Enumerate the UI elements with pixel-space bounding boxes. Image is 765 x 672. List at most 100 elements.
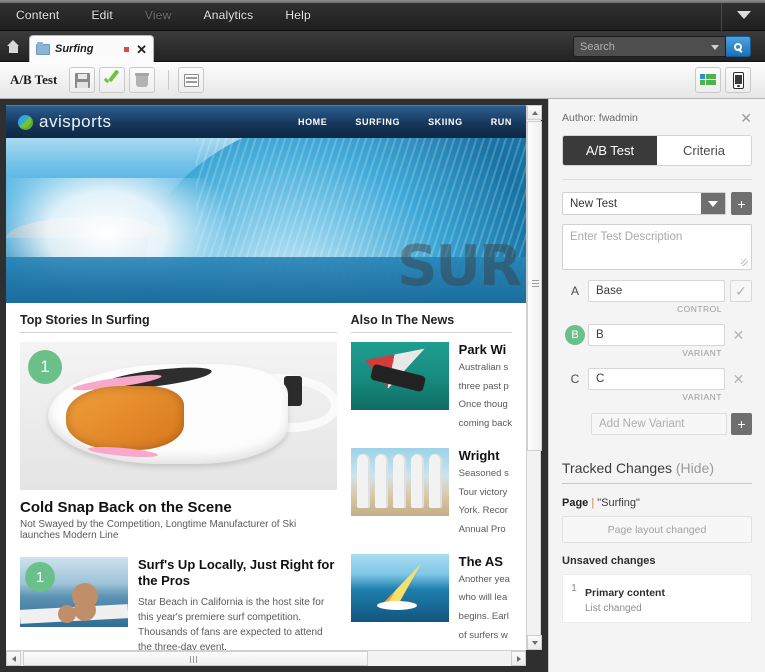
chevron-right-icon <box>516 655 521 662</box>
horizontal-scroll-thumb[interactable] <box>23 651 368 666</box>
tracked-changes-title: Tracked Changes <box>562 460 672 476</box>
menu-item-view[interactable]: View <box>129 0 188 31</box>
site-nav-home[interactable]: HOME <box>298 117 327 127</box>
ab-test-panel: Author: fwadmin ✕ A/B Test Criteria New … <box>548 99 765 672</box>
mobile-preview-button[interactable] <box>725 67 751 93</box>
variant-name-value: B <box>596 329 604 341</box>
delete-button[interactable] <box>129 67 156 93</box>
home-button[interactable] <box>0 31 27 62</box>
close-icon[interactable]: ✕ <box>136 43 147 56</box>
variant-row-b: B B ✕ <box>562 324 752 346</box>
device-layouts-button[interactable] <box>695 67 721 93</box>
search-button[interactable] <box>726 36 751 57</box>
add-variant-input[interactable]: Add New Variant <box>591 413 727 435</box>
tab-criteria[interactable]: Criteria <box>657 136 751 165</box>
add-test-button[interactable]: + <box>731 192 752 215</box>
test-select[interactable]: New Test <box>562 192 726 215</box>
menu-overflow-button[interactable] <box>721 0 765 31</box>
rank-badge: 1 <box>28 350 62 384</box>
chevron-down-icon[interactable] <box>711 45 719 50</box>
section-heading-also-news: Also In The News <box>350 313 455 327</box>
list-item[interactable]: Wright Seasoned s Tour victory York. Rec… <box>350 447 512 538</box>
chevron-down-icon <box>531 640 538 645</box>
main-menu-bar: Content Edit View Analytics Help <box>0 0 765 31</box>
scroll-up-button[interactable] <box>527 105 542 120</box>
preview-vertical-scrollbar[interactable] <box>526 105 542 650</box>
feature-article[interactable]: 1 Cold Snap Back on the Scene Not Swayed… <box>20 342 337 541</box>
save-icon <box>74 72 90 88</box>
add-variant-placeholder: Add New Variant <box>599 418 685 430</box>
news-text: Annual Pro <box>458 524 506 536</box>
vertical-scroll-thumb[interactable] <box>527 121 542 451</box>
close-icon[interactable]: ✕ <box>740 111 752 125</box>
tab-surfing[interactable]: Surfing ✕ <box>29 35 154 62</box>
rank-badge: 1 <box>25 562 55 592</box>
variant-letter-b[interactable]: B <box>565 325 585 345</box>
menu-item-analytics[interactable]: Analytics <box>188 0 270 31</box>
menu-item-content[interactable]: Content <box>0 0 75 31</box>
trash-icon <box>135 73 150 87</box>
site-brand-name: avisports <box>39 112 112 131</box>
preview-horizontal-scrollbar[interactable] <box>6 650 526 666</box>
tracked-changes-heading: Tracked Changes (Hide) <box>562 460 752 476</box>
site-navigation: HOME SURFING SKIING RUN <box>298 117 514 127</box>
scroll-down-button[interactable] <box>527 635 542 650</box>
variant-letter-a[interactable]: A <box>562 284 588 298</box>
mobile-device-icon <box>732 71 744 89</box>
news-title: The AS <box>458 553 503 569</box>
tab-ab-test[interactable]: A/B Test <box>563 136 657 165</box>
variant-name-input-b[interactable]: B <box>588 324 725 346</box>
variant-name-value: C <box>596 373 605 385</box>
page-layout-changed-chip[interactable]: Page layout changed <box>562 516 752 543</box>
feature-title: Cold Snap Back on the Scene <box>20 499 232 516</box>
news-text: Seasoned s <box>458 467 509 479</box>
variant-remove-button-b[interactable]: ✕ <box>725 327 752 344</box>
news-text: coming back <box>458 418 512 430</box>
variant-name-input-c[interactable]: C <box>588 368 725 390</box>
test-select-dropdown-button[interactable] <box>701 193 725 214</box>
site-nav-surfing[interactable]: SURFING <box>355 117 400 127</box>
site-nav-skiing[interactable]: SKIING <box>428 117 463 127</box>
news-text: three past p <box>458 380 509 392</box>
scroll-right-button[interactable] <box>511 651 526 666</box>
change-number: 1 <box>571 583 577 594</box>
approve-button[interactable] <box>99 67 126 93</box>
variant-name-input-a[interactable]: Base <box>588 280 725 302</box>
hero-watermark-text: SUR <box>397 234 522 299</box>
site-body: Top Stories In Surfing 1 Cold Snap Back … <box>6 303 526 650</box>
variant-tag-a: CONTROL <box>676 304 722 314</box>
site-logo[interactable]: avisports <box>18 112 112 132</box>
website-preview[interactable]: avisports HOME SURFING SKIING RUN SUR To… <box>6 105 526 650</box>
scroll-left-button[interactable] <box>6 651 21 666</box>
tab-label: Surfing <box>55 43 94 55</box>
variant-remove-button-c[interactable]: ✕ <box>725 371 752 388</box>
test-description-input[interactable]: Enter Test Description <box>562 224 752 270</box>
layout-button[interactable] <box>178 67 205 93</box>
list-item[interactable]: 1 Surf's Up Locally, Just Right for the … <box>20 557 337 650</box>
chevron-down-icon <box>708 200 718 207</box>
home-icon <box>6 40 21 53</box>
menu-item-edit[interactable]: Edit <box>75 0 128 31</box>
chevron-down-icon <box>736 11 751 19</box>
tracked-changes-hide-link[interactable]: (Hide) <box>676 460 714 476</box>
resize-grip-icon[interactable] <box>741 259 748 266</box>
list-item[interactable]: Park Wi Australian s three past p Once t… <box>350 342 512 432</box>
variant-letter-c[interactable]: C <box>562 372 588 386</box>
variant-confirm-button-a[interactable]: ✓ <box>730 280 752 302</box>
news-title: Wright <box>458 447 500 463</box>
toolbar-right-group <box>695 67 755 93</box>
save-button[interactable] <box>69 67 96 93</box>
list-item[interactable]: The AS Another yea who will lea begins. … <box>350 553 512 644</box>
list-item[interactable]: 1 Primary content List changed <box>562 574 752 623</box>
news-title: Park Wi <box>458 342 507 357</box>
add-variant-button[interactable]: + <box>731 413 752 435</box>
variant-name-value: Base <box>596 285 623 297</box>
search-input[interactable]: Search <box>573 36 726 57</box>
tab-bar: Surfing ✕ Search <box>0 31 765 62</box>
panel-tabs: A/B Test Criteria <box>562 135 752 166</box>
news-text: Tour victory <box>458 486 508 498</box>
tracked-page-name: "Surfing" <box>597 497 640 509</box>
panel-author-label: Author: fwadmin <box>562 112 638 124</box>
menu-item-help[interactable]: Help <box>269 0 326 31</box>
site-nav-running[interactable]: RUN <box>491 117 512 127</box>
